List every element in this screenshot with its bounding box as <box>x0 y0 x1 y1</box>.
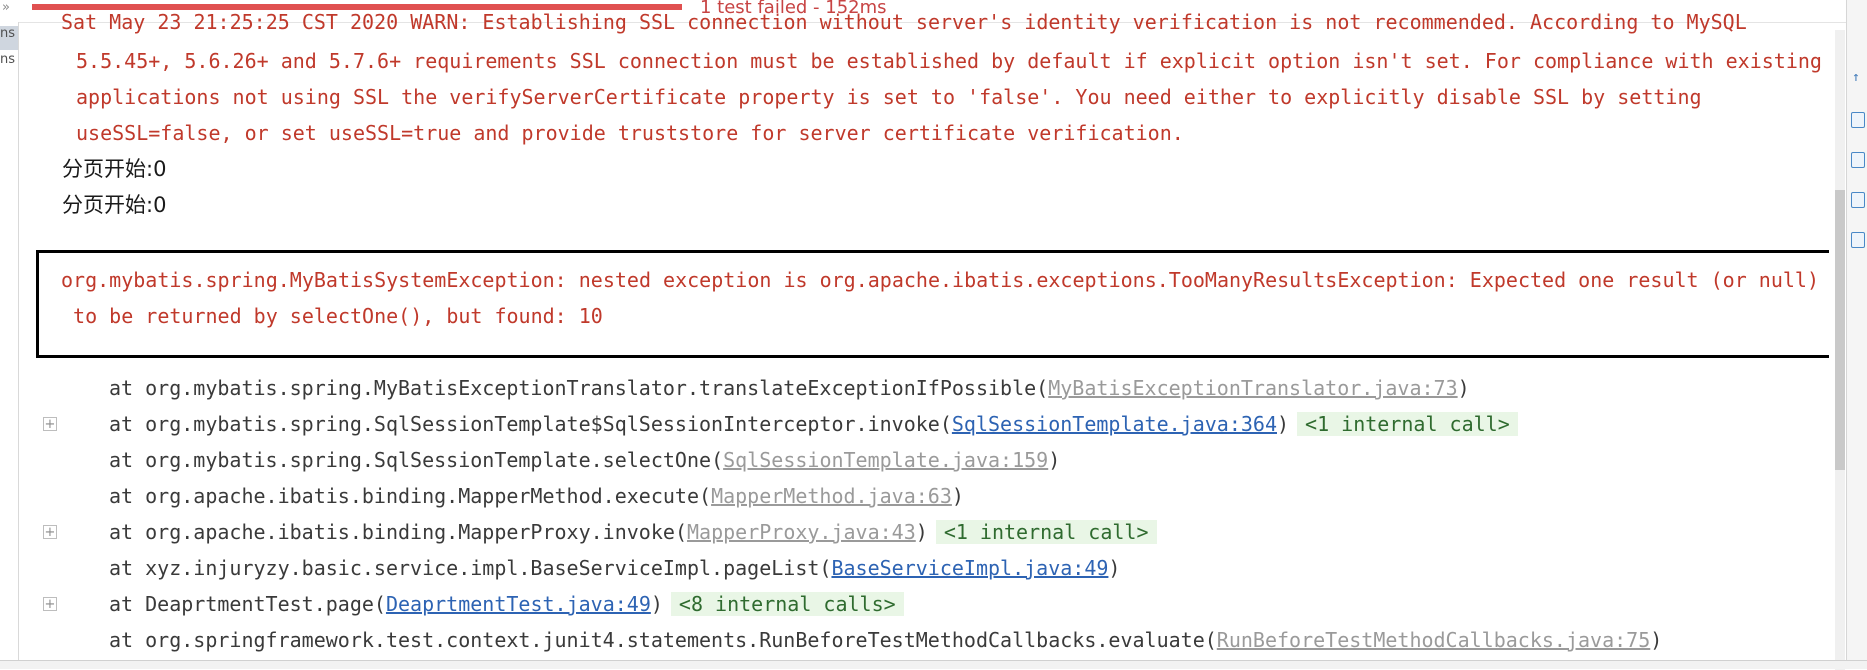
paren-open: ( <box>699 484 712 508</box>
source-link[interactable]: MyBatisExceptionTranslator.java:73 <box>1048 376 1457 400</box>
expand-icon[interactable]: » <box>2 0 10 15</box>
stack-frame-method: at org.apache.ibatis.binding.MapperMetho… <box>109 484 700 508</box>
stack-frame-method: at DeaprtmentTest.page <box>109 592 374 616</box>
fold-toggle-icon[interactable]: + <box>43 525 57 539</box>
paren-close: ) <box>1108 556 1121 580</box>
tool-tab-1[interactable]: ns <box>0 26 18 50</box>
vertical-scrollbar[interactable] <box>1835 30 1845 670</box>
stack-frame-method: at org.apache.ibatis.binding.MapperProxy… <box>109 520 675 544</box>
trash-icon[interactable] <box>1851 232 1865 248</box>
stack-frame-method: at org.mybatis.spring.SqlSessionTemplate… <box>109 448 712 472</box>
fold-toggle-icon[interactable]: + <box>43 417 57 431</box>
source-link[interactable]: MapperMethod.java:63 <box>711 484 952 508</box>
paren-open: ( <box>373 592 386 616</box>
paren-open: ( <box>674 520 687 544</box>
paren-open: ( <box>819 556 832 580</box>
paren-close: ) <box>650 592 663 616</box>
source-link[interactable]: BaseServiceImpl.java:49 <box>831 556 1108 580</box>
paren-close: ) <box>1048 448 1061 472</box>
output-line: 分页开始:0 <box>62 193 167 217</box>
warning-line: Sat May 23 21:25:25 CST 2020 WARN: Estab… <box>61 10 1747 34</box>
stack-frame-method: at org.springframework.test.context.juni… <box>109 628 1205 652</box>
pin-icon[interactable] <box>1851 192 1865 208</box>
settings-icon[interactable] <box>1851 112 1865 128</box>
paren-open: ( <box>1036 376 1049 400</box>
stack-frame: at org.mybatis.spring.SqlSessionTemplate… <box>109 409 1518 439</box>
stack-frame-method: at org.mybatis.spring.MyBatisExceptionTr… <box>109 376 1037 400</box>
source-link[interactable]: DeaprtmentTest.java:49 <box>386 592 651 616</box>
output-line: 分页开始:0 <box>62 157 167 181</box>
stack-frame: at org.apache.ibatis.binding.MapperMetho… <box>109 481 964 511</box>
scroll-thumb[interactable] <box>1835 190 1845 470</box>
source-link[interactable]: SqlSessionTemplate.java:364 <box>952 412 1277 436</box>
scroll-up-icon[interactable]: ↑ <box>1852 70 1860 85</box>
internal-calls-badge[interactable]: <8 internal calls> <box>670 592 904 616</box>
tool-window-tabs: ns ns <box>0 22 19 662</box>
stack-frame: at DeaprtmentTest.page(DeaprtmentTest.ja… <box>109 589 904 619</box>
internal-calls-badge[interactable]: <1 internal call> <box>935 520 1157 544</box>
warning-line: 5.5.45+, 5.6.26+ and 5.7.6+ requirements… <box>76 49 1822 73</box>
internal-calls-badge[interactable]: <1 internal call> <box>1297 412 1518 436</box>
paren-open: ( <box>711 448 724 472</box>
source-link[interactable]: RunBeforeTestMethodCallbacks.java:75 <box>1217 628 1650 652</box>
paren-close: ) <box>1277 412 1290 436</box>
paren-close: ) <box>1457 376 1470 400</box>
stack-frame: at org.springframework.test.context.juni… <box>109 625 1662 655</box>
stack-frame-method: at org.mybatis.spring.SqlSessionTemplate… <box>109 412 940 436</box>
paren-open: ( <box>939 412 952 436</box>
source-link[interactable]: MapperProxy.java:43 <box>687 520 916 544</box>
stack-frame: at xyz.injuryzy.basic.service.impl.BaseS… <box>109 553 1120 583</box>
source-link[interactable]: SqlSessionTemplate.java:159 <box>723 448 1048 472</box>
stack-frame: at org.mybatis.spring.MyBatisExceptionTr… <box>109 373 1470 403</box>
warning-line: useSSL=false, or set useSSL=true and pro… <box>76 121 1184 145</box>
warning-line: applications not using SSL the verifySer… <box>76 85 1702 109</box>
paren-close: ) <box>915 520 928 544</box>
console-toolbar: ↑ <box>1846 0 1867 662</box>
tool-tab-2[interactable]: ns <box>0 52 18 76</box>
console-output: Sat May 23 21:25:25 CST 2020 WARN: Estab… <box>19 0 1829 662</box>
stack-frame: at org.apache.ibatis.binding.MapperProxy… <box>109 517 1157 547</box>
exception-message-cont: to be returned by selectOne(), but found… <box>61 304 603 328</box>
paren-open: ( <box>1204 628 1217 652</box>
paren-close: ) <box>1650 628 1663 652</box>
exception-message: org.mybatis.spring.MyBatisSystemExceptio… <box>61 268 1819 292</box>
wrap-icon[interactable] <box>1851 152 1865 168</box>
stack-frame: at org.mybatis.spring.SqlSessionTemplate… <box>109 445 1060 475</box>
paren-close: ) <box>951 484 964 508</box>
fold-toggle-icon[interactable]: + <box>43 597 57 611</box>
stack-frame-method: at xyz.injuryzy.basic.service.impl.BaseS… <box>109 556 820 580</box>
